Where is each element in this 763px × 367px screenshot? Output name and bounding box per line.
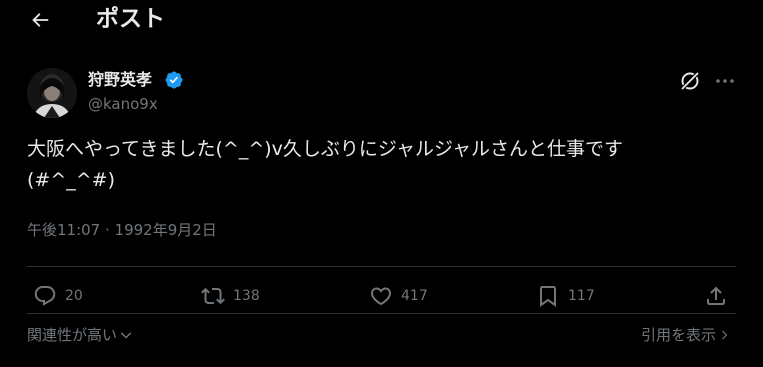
bookmark-icon (540, 286, 556, 307)
like-icon (370, 287, 392, 306)
avatar-photo (27, 68, 77, 118)
sort-label: 関連性が高い (27, 326, 118, 344)
author-handle[interactable]: @kano9x (88, 94, 158, 114)
chevron-down-icon (120, 332, 132, 339)
reply-icon (34, 286, 56, 306)
like-button[interactable]: 417 (369, 283, 428, 309)
retweet-button[interactable]: 138 (201, 283, 260, 309)
share-button[interactable] (704, 283, 728, 309)
like-count: 417 (401, 288, 428, 304)
quotes-label: 引用を表示 (640, 326, 716, 344)
grok-icon (680, 71, 700, 91)
more-button[interactable] (713, 69, 737, 93)
reply-count: 20 (65, 288, 83, 304)
retweet-count: 138 (233, 288, 260, 304)
avatar[interactable] (27, 68, 77, 118)
share-icon (707, 286, 725, 305)
tweet-text: 大阪へやってきました(^_^)v久しぶりにジャルジャルさんと仕事です (#^_^… (27, 138, 623, 191)
chevron-right-icon (722, 330, 728, 340)
back-arrow-icon (32, 13, 49, 27)
page-header: ポスト (0, 0, 763, 40)
sort-relevance-button[interactable]: 関連性が高い (27, 324, 133, 346)
divider-top (27, 266, 736, 267)
page-title: ポスト (96, 6, 165, 32)
tweet-timestamp[interactable]: 午後11:07 · 1992年9月2日 (27, 219, 217, 241)
view-quotes-link[interactable]: 引用を表示 (641, 324, 731, 346)
author-name[interactable]: 狩野英孝 (88, 69, 152, 91)
verified-badge-icon (165, 71, 183, 89)
grok-button[interactable] (678, 69, 702, 93)
back-button[interactable] (28, 8, 52, 32)
more-icon (716, 79, 734, 83)
divider-bottom (27, 313, 736, 314)
reply-button[interactable]: 20 (33, 283, 83, 309)
retweet-icon (201, 287, 225, 305)
bookmark-button[interactable]: 117 (536, 283, 595, 309)
bookmark-count: 117 (568, 288, 595, 304)
